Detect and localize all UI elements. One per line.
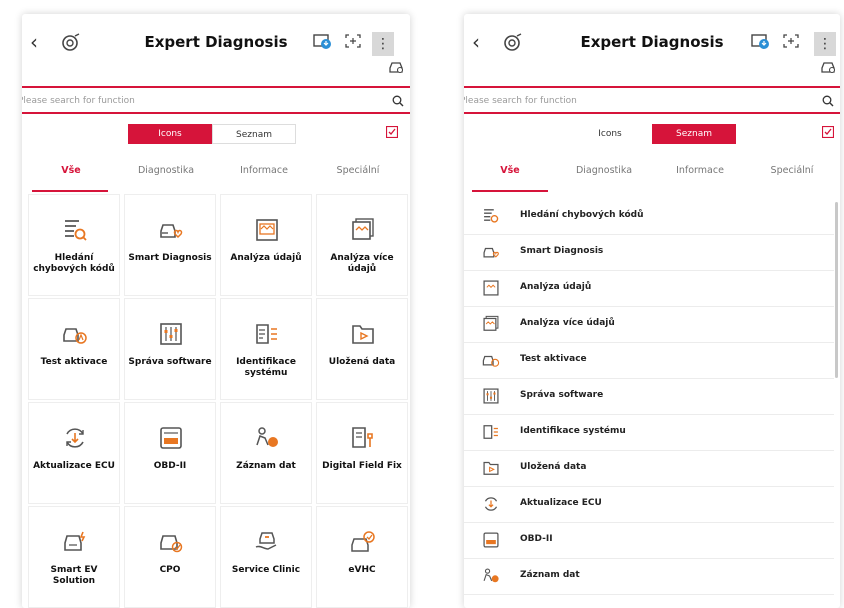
list-item[interactable]: OBD-II (464, 522, 834, 559)
search-icon[interactable] (392, 95, 404, 107)
list-item[interactable]: Hledání chybových kódů (464, 198, 834, 235)
list-view-button[interactable]: Seznam (652, 124, 736, 144)
active-tab-indicator (472, 190, 548, 192)
function-system-identification[interactable]: Identifikace systému (220, 298, 312, 400)
smart-ev-icon (64, 531, 86, 551)
active-tab-indicator (32, 190, 108, 192)
car-connect-icon[interactable] (388, 60, 404, 74)
header: ‹ Expert Diagnosis ⋮ (22, 14, 410, 74)
function-dtc-search[interactable]: Hledání chybových kódů (28, 194, 120, 296)
view-toggle: Icons Seznam (568, 122, 748, 146)
list-view-panel: ‹ Expert Diagnosis ⋮ Please search for f… (464, 14, 840, 608)
list-item[interactable]: Analýza více údajů (464, 306, 834, 343)
service-clinic-icon (255, 532, 277, 550)
divider (464, 86, 840, 88)
fullscreen-icon[interactable] (782, 33, 800, 49)
saved-data-icon (483, 461, 499, 475)
divider (22, 86, 410, 88)
function-smart-diagnosis[interactable]: Smart Diagnosis (124, 194, 216, 296)
tab-information[interactable]: Informace (654, 164, 746, 192)
category-tabs: Vše Diagnostika Informace Speciální (22, 164, 410, 192)
function-digital-field-fix[interactable]: Digital Field Fix (316, 402, 408, 504)
vehicle-info-icon[interactable] (750, 32, 770, 50)
icons-view-button[interactable]: Icons (128, 124, 212, 144)
software-management-icon (160, 323, 182, 345)
tab-information[interactable]: Informace (218, 164, 310, 192)
digital-field-fix-icon (352, 427, 373, 448)
list-item[interactable]: Analýza údajů (464, 270, 834, 307)
system-identification-icon (483, 425, 498, 439)
icons-view-panel: ‹ Expert Diagnosis ⋮ Please search for f… (22, 14, 410, 608)
vehicle-info-icon[interactable] (312, 32, 332, 50)
list-item[interactable]: Smart Diagnosis (464, 234, 834, 271)
function-service-clinic[interactable]: Service Clinic (220, 506, 312, 608)
obd2-icon (483, 532, 499, 548)
multi-data-analysis-icon (352, 218, 374, 240)
list-item[interactable]: Identifikace systému (464, 414, 834, 451)
divider (22, 112, 410, 114)
system-identification-icon (256, 324, 277, 344)
more-menu-button[interactable]: ⋮ (814, 32, 836, 56)
ecu-update-icon (484, 497, 498, 511)
tab-special[interactable]: Speciální (312, 164, 404, 192)
list-item[interactable]: Správa software (464, 378, 834, 415)
tab-all[interactable]: Vše (468, 164, 552, 192)
icons-view-button[interactable]: Icons (568, 124, 652, 144)
more-menu-button[interactable]: ⋮ (372, 32, 394, 56)
data-analysis-icon (256, 219, 278, 241)
data-record-icon (256, 427, 278, 447)
function-software-management[interactable]: Správa software (124, 298, 216, 400)
software-management-icon (483, 388, 499, 404)
function-data-record[interactable]: Záznam dat (220, 402, 312, 504)
search-input[interactable]: Please search for function (464, 92, 840, 112)
tab-special[interactable]: Speciální (746, 164, 838, 192)
car-connect-icon[interactable] (820, 60, 836, 74)
select-checkbox-icon[interactable] (386, 126, 398, 138)
ecu-update-icon (66, 428, 84, 448)
list-item[interactable]: Uložená data (464, 450, 834, 487)
function-data-analysis[interactable]: Analýza údajů (220, 194, 312, 296)
tab-all[interactable]: Vše (28, 164, 114, 192)
function-cpo[interactable]: CPO (124, 506, 216, 608)
search-icon[interactable] (822, 95, 834, 107)
function-saved-data[interactable]: Uložená data (316, 298, 408, 400)
dtc-search-icon (65, 220, 87, 241)
scrollbar[interactable] (835, 202, 838, 378)
obd2-icon (160, 427, 182, 449)
evhc-icon (351, 531, 375, 552)
divider (464, 112, 840, 114)
fullscreen-icon[interactable] (344, 33, 362, 49)
data-analysis-icon (483, 280, 499, 296)
function-smart-ev-solution[interactable]: Smart EV Solution (28, 506, 120, 608)
smart-diagnosis-icon (160, 224, 183, 239)
list-item[interactable]: Test aktivace (464, 342, 834, 379)
category-tabs: Vše Diagnostika Informace Speciální (464, 164, 840, 192)
select-checkbox-icon[interactable] (822, 126, 834, 138)
function-activation-test[interactable]: Test aktivace (28, 298, 120, 400)
tab-diagnostics[interactable]: Diagnostika (558, 164, 650, 192)
activation-test-icon (63, 328, 87, 344)
tab-diagnostics[interactable]: Diagnostika (120, 164, 212, 192)
smart-diagnosis-icon (483, 247, 499, 258)
function-evhc[interactable]: eVHC (316, 506, 408, 608)
data-record-icon (483, 568, 499, 583)
list-item[interactable]: Aktualizace ECU (464, 486, 834, 523)
dtc-search-icon (484, 209, 499, 223)
saved-data-icon (352, 325, 374, 344)
view-toggle: Icons Seznam (128, 122, 308, 146)
function-obd2[interactable]: OBD-II (124, 402, 216, 504)
list-item[interactable]: Záznam dat (464, 558, 834, 595)
header: ‹ Expert Diagnosis ⋮ (464, 14, 840, 74)
search-input[interactable]: Please search for function (22, 92, 410, 112)
list-view-button[interactable]: Seznam (212, 124, 296, 144)
cpo-icon (160, 535, 183, 553)
activation-test-icon (482, 355, 500, 367)
function-ecu-update[interactable]: Aktualizace ECU (28, 402, 120, 504)
function-multi-data-analysis[interactable]: Analýza více údajů (316, 194, 408, 296)
multi-data-analysis-icon (483, 315, 499, 331)
